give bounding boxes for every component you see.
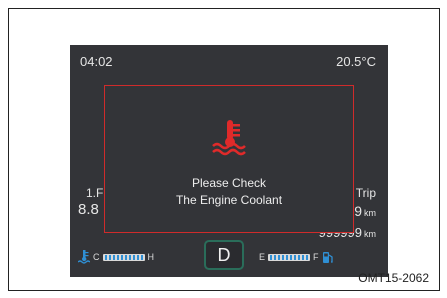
- coolant-level-bar: [102, 253, 145, 261]
- gauge-row: C H D E F: [70, 240, 388, 270]
- fuel-gauge: E F: [256, 250, 334, 264]
- engine-coolant-warning-icon: [212, 120, 246, 156]
- trip-unit: km: [364, 208, 376, 218]
- clock: 04:02: [80, 54, 113, 69]
- figure-frame: 04:02 20.5°C 1.F 8.8 Trip 9km 999999km P…: [8, 8, 440, 291]
- coolant-cold-label: C: [93, 252, 100, 262]
- figure-reference-code: OMT15-2062: [358, 271, 429, 285]
- coolant-temp-gauge: C H: [78, 250, 157, 264]
- trip-number: 9: [354, 203, 362, 219]
- odometer-unit: km: [364, 229, 376, 239]
- coolant-thermometer-icon: [78, 250, 90, 264]
- trip-label: Trip: [355, 186, 376, 200]
- fuel-pump-icon: [322, 251, 333, 263]
- alert-message-line2: The Engine Coolant: [175, 193, 283, 207]
- outside-temperature: 20.5°C: [336, 54, 376, 69]
- warning-popup: Please Check The Engine Coolant: [104, 85, 354, 233]
- left-info-label: 1.F: [86, 186, 104, 200]
- gear-indicator: D: [204, 240, 244, 270]
- trip-value: 9 km: [354, 203, 376, 219]
- fuel-full-label: F: [313, 252, 319, 262]
- instrument-cluster-display: 04:02 20.5°C 1.F 8.8 Trip 9km 999999km P…: [70, 45, 388, 277]
- fuel-empty-label: E: [259, 252, 266, 262]
- fuel-level-bar: [268, 253, 311, 261]
- alert-message-line1: Please Check: [191, 176, 267, 190]
- coolant-hot-label: H: [147, 252, 155, 262]
- left-info-value: 8.8: [78, 201, 99, 218]
